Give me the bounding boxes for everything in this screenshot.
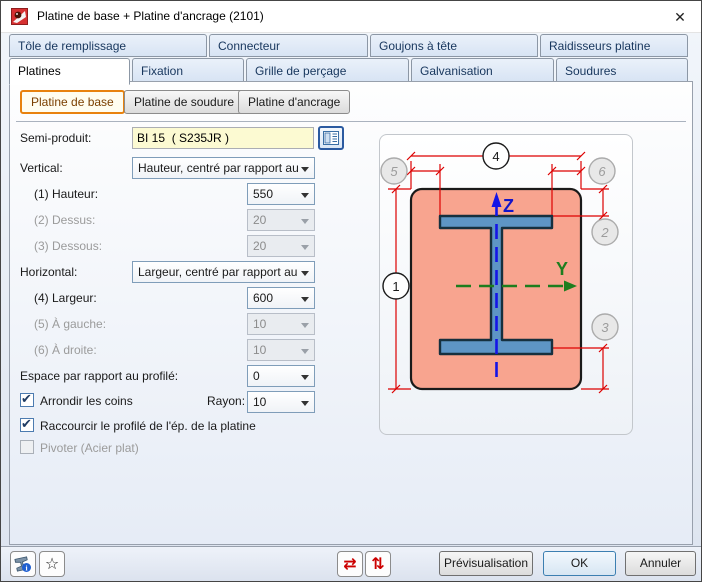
tab-fixation[interactable]: Fixation — [132, 58, 244, 82]
profile-catalog-button[interactable] — [318, 126, 344, 150]
ok-button[interactable]: OK — [543, 551, 616, 576]
pivoter-checkbox — [20, 440, 34, 454]
swap-vertical-button[interactable]: ⇅ — [365, 551, 391, 577]
title-bar: Platine de base + Platine d'ancrage (210… — [1, 1, 701, 33]
chevron-down-icon — [301, 219, 309, 224]
largeur-select[interactable]: 600 — [247, 287, 315, 309]
chevron-down-icon — [301, 349, 309, 354]
preview-panel: Z Y 4 5 — [379, 134, 633, 435]
dimension-marker-6: 6 — [589, 158, 615, 184]
espace-label: Espace par rapport au profilé: — [20, 369, 178, 383]
cancel-button[interactable]: Annuler — [625, 551, 696, 576]
a-droite-label: (6) À droite: — [34, 343, 97, 357]
chevron-down-icon — [301, 297, 309, 302]
tab-platines[interactable]: Platines — [9, 58, 130, 85]
chevron-down-icon — [301, 323, 309, 328]
footer-bar: i ☆ ⇄ ⇅ Prévisualisation OK Annuler — [1, 546, 701, 582]
dessous-label: (3) Dessous: — [34, 239, 102, 253]
hauteur-label: (1) Hauteur: — [34, 187, 98, 201]
tab-soudures[interactable]: Soudures — [556, 58, 688, 82]
preview-button[interactable]: Prévisualisation — [439, 551, 533, 576]
chevron-down-icon — [301, 401, 309, 406]
svg-text:2: 2 — [600, 225, 609, 240]
favorites-button[interactable]: ☆ — [39, 551, 65, 577]
raccourcir-checkbox[interactable] — [20, 418, 34, 432]
chevron-down-icon — [301, 193, 309, 198]
component-info-button[interactable]: i — [10, 551, 36, 577]
chevron-down-icon — [301, 245, 309, 250]
star-icon: ☆ — [45, 554, 59, 574]
a-gauche-label: (5) À gauche: — [34, 317, 106, 331]
swap-horizontal-icon: ⇄ — [343, 556, 356, 572]
tab-raidisseurs-platine[interactable]: Raidisseurs platine — [540, 34, 688, 57]
raccourcir-label: Raccourcir le profilé de l'ép. de la pla… — [40, 419, 256, 433]
catalog-icon — [323, 131, 339, 145]
svg-text:1: 1 — [392, 279, 399, 294]
svg-text:3: 3 — [601, 320, 609, 335]
plate-diagram: Z Y 4 5 — [380, 135, 632, 434]
swap-horizontal-button[interactable]: ⇄ — [337, 551, 363, 577]
horizontal-label: Horizontal: — [20, 265, 77, 279]
semi-product-label: Semi-produit: — [20, 131, 91, 145]
chevron-down-icon — [301, 271, 309, 276]
a-gauche-select: 10 — [247, 313, 315, 335]
chevron-down-icon — [301, 167, 309, 172]
tab-galvanisation[interactable]: Galvanisation — [411, 58, 554, 82]
dessus-label: (2) Dessus: — [34, 213, 95, 227]
window-title: Platine de base + Platine d'ancrage (210… — [37, 9, 264, 23]
tab-connecteur[interactable]: Connecteur — [209, 34, 368, 57]
svg-text:i: i — [25, 564, 27, 573]
svg-text:4: 4 — [492, 149, 499, 164]
dimension-marker-5: 5 — [381, 158, 407, 184]
largeur-label: (4) Largeur: — [34, 291, 97, 305]
platine-de-base-button[interactable]: Platine de base — [20, 90, 125, 114]
dialog-window: Platine de base + Platine d'ancrage (210… — [0, 0, 702, 582]
svg-text:Z: Z — [503, 196, 514, 216]
tab-goujons-a-tete[interactable]: Goujons à tête — [370, 34, 538, 57]
rayon-label: Rayon: — [207, 394, 245, 408]
section-divider — [16, 121, 686, 122]
rayon-select[interactable]: 10 — [247, 391, 315, 413]
beam-info-icon: i — [14, 555, 32, 573]
pivoter-label: Pivoter (Acier plat) — [40, 441, 139, 455]
dimension-marker-1: 1 — [383, 273, 409, 299]
vertical-mode-select[interactable]: Hauteur, centré par rapport au pro — [132, 157, 315, 179]
semi-product-input[interactable] — [132, 127, 314, 149]
arrondir-checkbox[interactable] — [20, 393, 34, 407]
horizontal-mode-select[interactable]: Largeur, centré par rapport au pro — [132, 261, 315, 283]
platine-d-ancrage-button[interactable]: Platine d'ancrage — [238, 90, 350, 114]
svg-text:5: 5 — [390, 164, 398, 179]
platines-tab-panel: Platine de base Platine de soudure Plati… — [9, 81, 693, 545]
tab-grille-de-percage[interactable]: Grille de perçage — [246, 58, 409, 82]
vertical-label: Vertical: — [20, 161, 63, 175]
dessus-select: 20 — [247, 209, 315, 231]
dimension-marker-2: 2 — [592, 219, 618, 245]
arrondir-label: Arrondir les coins — [40, 394, 133, 408]
a-droite-select: 10 — [247, 339, 315, 361]
espace-select[interactable]: 0 — [247, 365, 315, 387]
svg-text:Y: Y — [556, 259, 568, 279]
dimension-marker-3: 3 — [592, 314, 618, 340]
hauteur-select[interactable]: 550 — [247, 183, 315, 205]
close-icon[interactable]: ✕ — [669, 6, 691, 28]
component-icon — [11, 8, 28, 25]
dessous-select: 20 — [247, 235, 315, 257]
platine-de-soudure-button[interactable]: Platine de soudure — [124, 90, 244, 114]
chevron-down-icon — [301, 375, 309, 380]
swap-vertical-icon: ⇅ — [371, 556, 384, 572]
svg-text:6: 6 — [598, 164, 606, 179]
dimension-marker-4: 4 — [483, 143, 509, 169]
tab-tole-de-remplissage[interactable]: Tôle de remplissage — [9, 34, 207, 57]
